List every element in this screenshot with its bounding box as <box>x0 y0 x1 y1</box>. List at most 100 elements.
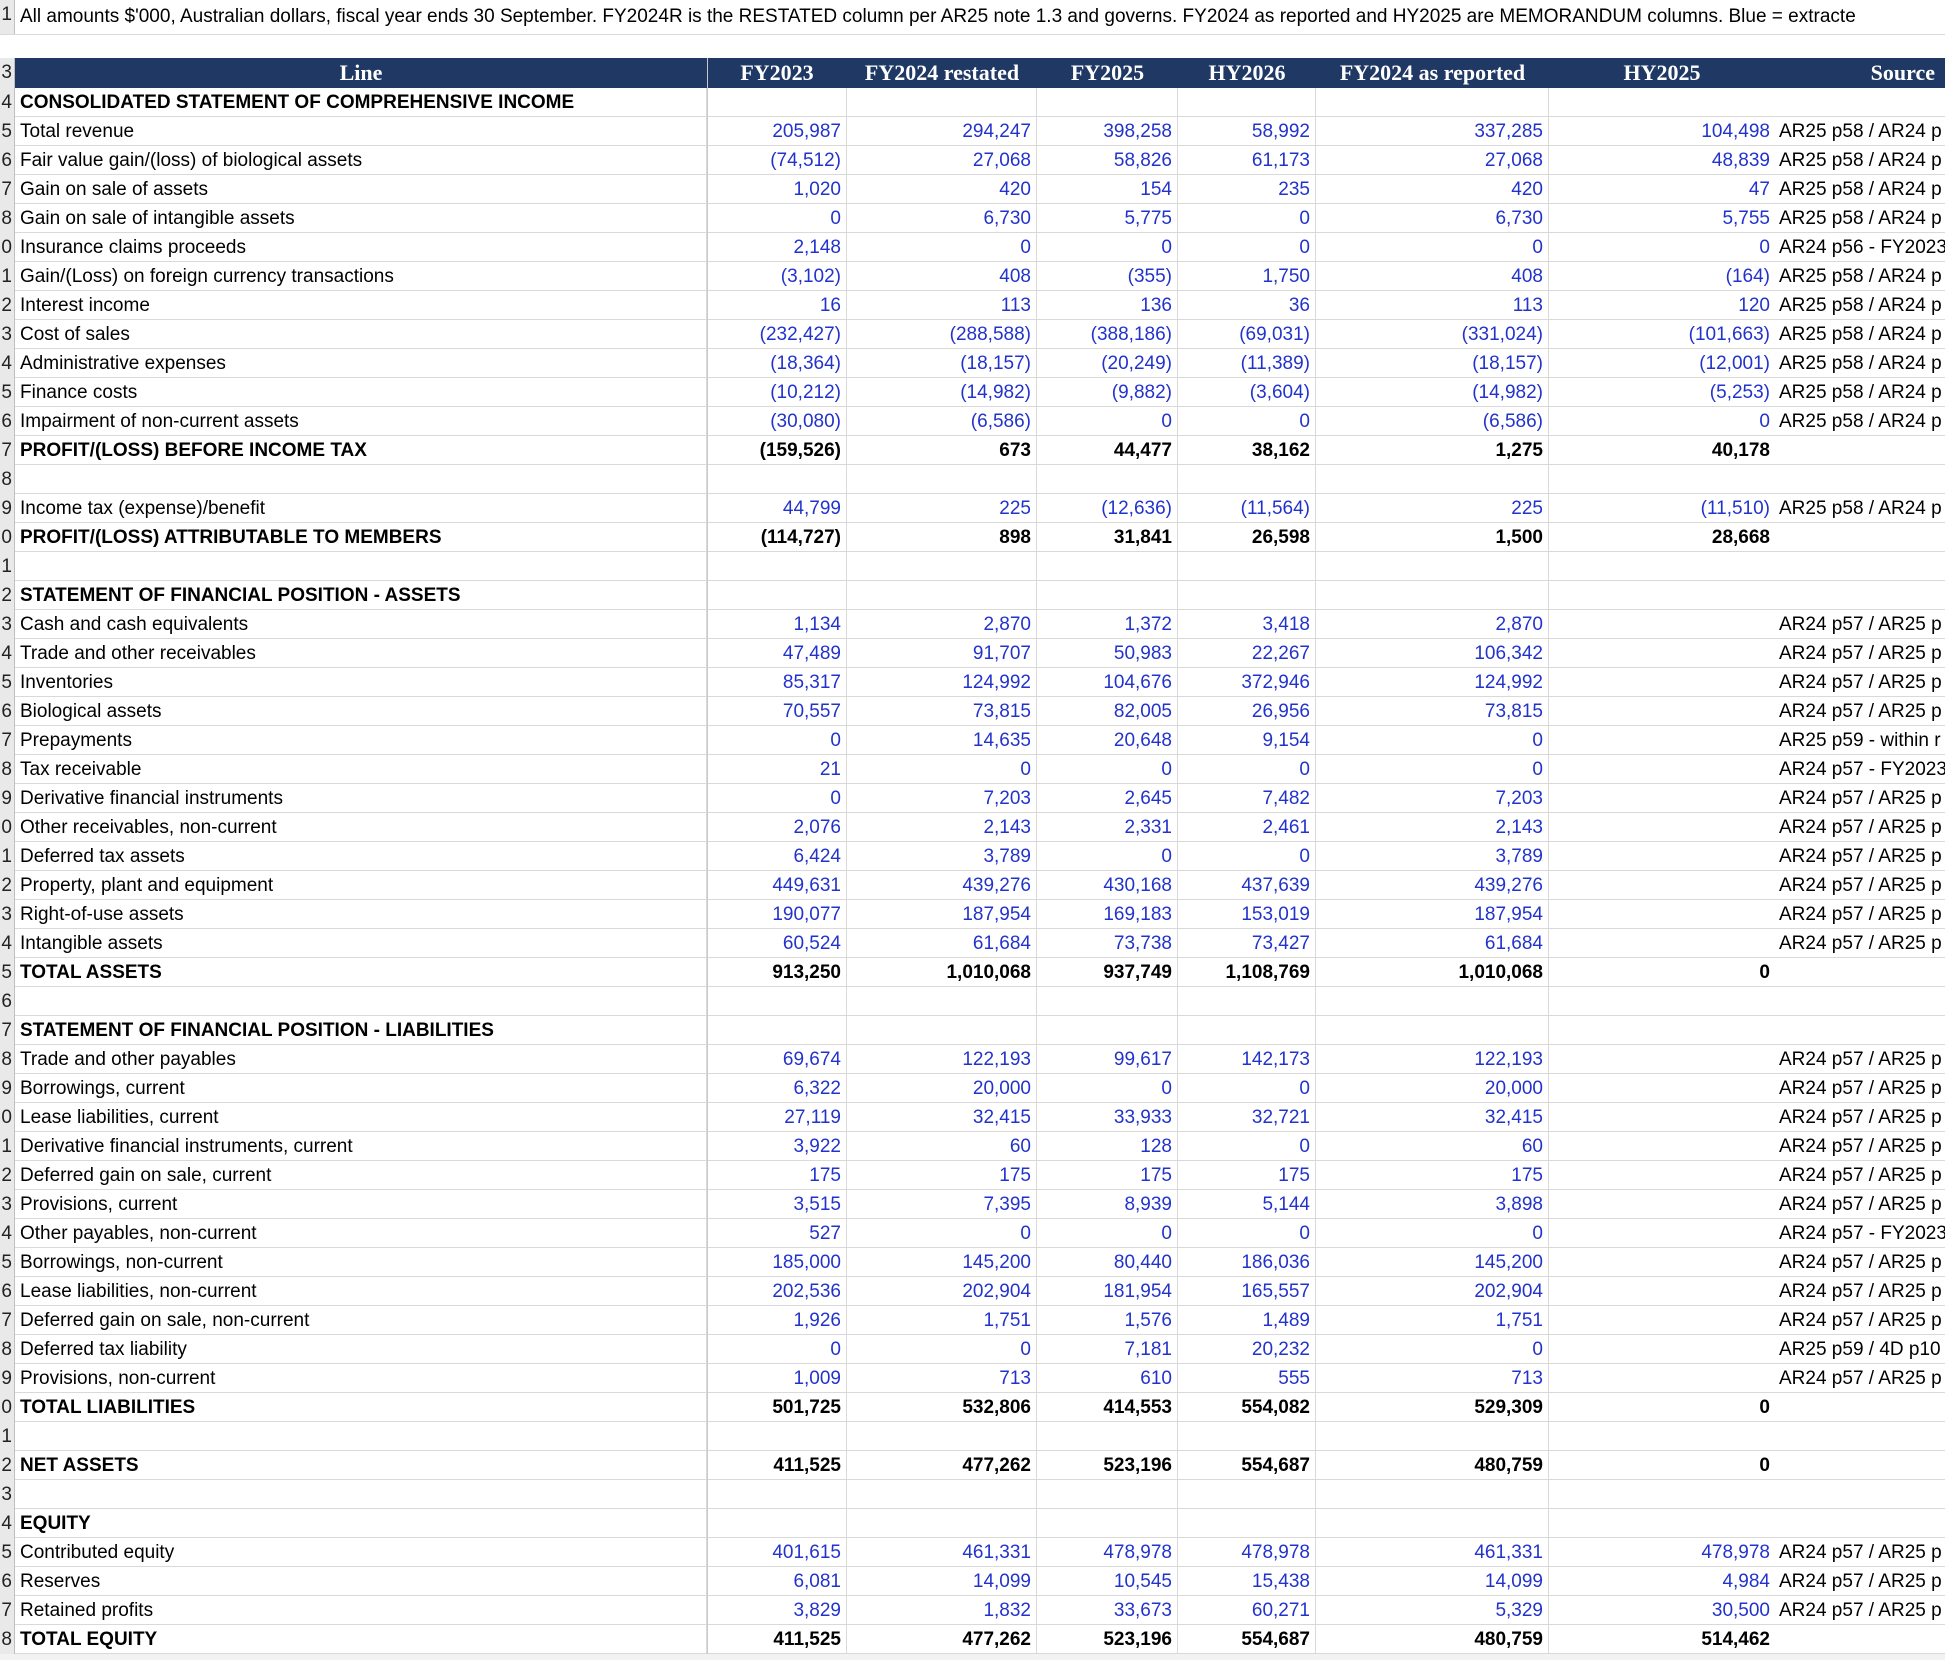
cell-hy2026[interactable] <box>1178 987 1316 1015</box>
cell-line-label[interactable]: Gain on sale of intangible assets <box>15 204 707 232</box>
cell-hy2026[interactable] <box>1178 1480 1316 1508</box>
row-header[interactable]: 7 <box>0 1306 15 1335</box>
table-row[interactable]: 3 Right-of-use assets 190,077 187,954 169,18… <box>0 900 1945 929</box>
cell-hy2025[interactable]: 0 <box>1549 233 1775 261</box>
cell-fy2025[interactable]: (355) <box>1037 262 1178 290</box>
cell-fy2024-restated[interactable]: 7,203 <box>847 784 1037 812</box>
cell-fy2024-as-reported[interactable]: 2,870 <box>1316 610 1549 638</box>
cell-source[interactable]: AR24 p57 / AR25 p <box>1775 1161 1945 1189</box>
cell-hy2025[interactable] <box>1549 1161 1775 1189</box>
table-row[interactable]: 2 NET ASSETS 411,525 477,262 523,196 554,687 4… <box>0 1451 1945 1480</box>
header-line[interactable]: Line <box>15 58 707 88</box>
cell-hy2025[interactable]: 4,984 <box>1549 1567 1775 1595</box>
cell-hy2026[interactable] <box>1178 88 1316 116</box>
cell-line-label[interactable]: Trade and other receivables <box>15 639 707 667</box>
cell-hy2025[interactable] <box>1549 1045 1775 1073</box>
table-row[interactable]: 2 Property, plant and equipment 449,631 439… <box>0 871 1945 900</box>
cell-fy2024-restated[interactable]: 187,954 <box>847 900 1037 928</box>
cell-source[interactable]: AR24 p56 - FY2023 <box>1775 233 1945 261</box>
cell-fy2023[interactable] <box>707 581 847 609</box>
table-row[interactable]: 5 Inventories 85,317 124,992 104,676 372,946 1… <box>0 668 1945 697</box>
cell-fy2023[interactable]: (232,427) <box>707 320 847 348</box>
row-header[interactable]: 9 <box>0 1364 15 1393</box>
cell-fy2024-as-reported[interactable]: 187,954 <box>1316 900 1549 928</box>
cell-fy2024-restated[interactable] <box>847 581 1037 609</box>
cell-hy2026[interactable]: 73,427 <box>1178 929 1316 957</box>
table-row[interactable]: 7 Prepayments 0 14,635 20,648 9,154 0 AR25 p59 … <box>0 726 1945 755</box>
cell-fy2024-as-reported[interactable]: 3,789 <box>1316 842 1549 870</box>
cell-hy2025[interactable]: 104,498 <box>1549 117 1775 145</box>
cell-line-label[interactable]: Biological assets <box>15 697 707 725</box>
cell-fy2025[interactable]: 128 <box>1037 1132 1178 1160</box>
cell-fy2025[interactable] <box>1037 1016 1178 1044</box>
cell-fy2024-as-reported[interactable] <box>1316 1016 1549 1044</box>
cell-fy2023[interactable]: 0 <box>707 784 847 812</box>
cell-fy2023[interactable]: 190,077 <box>707 900 847 928</box>
cell-fy2024-as-reported[interactable]: 175 <box>1316 1161 1549 1189</box>
cell-line-label[interactable]: Other payables, non-current <box>15 1219 707 1247</box>
cell-hy2026[interactable]: 0 <box>1178 233 1316 261</box>
cell-hy2026[interactable]: 437,639 <box>1178 871 1316 899</box>
cell-fy2025[interactable]: (388,186) <box>1037 320 1178 348</box>
cell-hy2025[interactable] <box>1549 1422 1775 1450</box>
cell-hy2026[interactable]: 1,108,769 <box>1178 958 1316 986</box>
table-row[interactable]: 1 <box>0 552 1945 581</box>
cell-hy2025[interactable]: 47 <box>1549 175 1775 203</box>
cell-line-label[interactable]: EQUITY <box>15 1509 707 1537</box>
row-header[interactable]: 4 <box>0 639 15 668</box>
table-row[interactable]: 3 Provisions, current 3,515 7,395 8,939 5,144… <box>0 1190 1945 1219</box>
cell-fy2025[interactable] <box>1037 465 1178 493</box>
cell-hy2025[interactable] <box>1549 1509 1775 1537</box>
cell-line-label[interactable]: Borrowings, non-current <box>15 1248 707 1276</box>
cell-hy2025[interactable] <box>1549 1335 1775 1363</box>
cell-fy2025[interactable] <box>1037 1422 1178 1450</box>
cell-line-label[interactable]: STATEMENT OF FINANCIAL POSITION - LIABIL… <box>15 1016 707 1044</box>
cell-hy2026[interactable]: 3,418 <box>1178 610 1316 638</box>
cell-fy2025[interactable]: (12,636) <box>1037 494 1178 522</box>
row-header[interactable]: 3 <box>0 1190 15 1219</box>
cell-fy2025[interactable]: 0 <box>1037 1074 1178 1102</box>
cell-line-label[interactable]: STATEMENT OF FINANCIAL POSITION - ASSETS <box>15 581 707 609</box>
cell-fy2023[interactable]: 501,725 <box>707 1393 847 1421</box>
cell-source[interactable]: AR24 p57 / AR25 p <box>1775 697 1945 725</box>
table-row[interactable]: 2 STATEMENT OF FINANCIAL POSITION - ASSET… <box>0 581 1945 610</box>
cell-hy2026[interactable]: 26,598 <box>1178 523 1316 551</box>
cell-fy2024-as-reported[interactable]: 713 <box>1316 1364 1549 1392</box>
cell-line-label[interactable]: Tax receivable <box>15 755 707 783</box>
cell-line-label[interactable] <box>15 1480 707 1508</box>
cell-fy2024-as-reported[interactable]: 61,684 <box>1316 929 1549 957</box>
table-row[interactable]: 1 <box>0 1422 1945 1451</box>
cell-line-label[interactable] <box>15 987 707 1015</box>
table-row[interactable]: 8 Gain on sale of intangible assets 0 6,730… <box>0 204 1945 233</box>
cell-fy2024-restated[interactable]: 1,751 <box>847 1306 1037 1334</box>
cell-line-label[interactable]: Right-of-use assets <box>15 900 707 928</box>
cell-hy2025[interactable]: 120 <box>1549 291 1775 319</box>
cell-hy2026[interactable]: 1,750 <box>1178 262 1316 290</box>
cell-hy2025[interactable]: 5,755 <box>1549 204 1775 232</box>
table-row[interactable]: 4 EQUITY <box>0 1509 1945 1538</box>
cell-fy2024-restated[interactable]: 113 <box>847 291 1037 319</box>
cell-fy2024-restated[interactable]: 408 <box>847 262 1037 290</box>
cell-hy2025[interactable] <box>1549 813 1775 841</box>
cell-hy2025[interactable]: 30,500 <box>1549 1596 1775 1624</box>
cell-fy2024-as-reported[interactable]: 0 <box>1316 1219 1549 1247</box>
cell-fy2024-as-reported[interactable]: 3,898 <box>1316 1190 1549 1218</box>
table-row[interactable]: 6 Reserves 6,081 14,099 10,545 15,438 14,099 4,… <box>0 1567 1945 1596</box>
cell-hy2025[interactable] <box>1549 1016 1775 1044</box>
cell-line-label[interactable]: Contributed equity <box>15 1538 707 1566</box>
cell-fy2024-as-reported[interactable]: (18,157) <box>1316 349 1549 377</box>
cell-source[interactable]: AR24 p57 / AR25 p <box>1775 1567 1945 1595</box>
cell-hy2025[interactable] <box>1549 726 1775 754</box>
cell-line-label[interactable]: Administrative expenses <box>15 349 707 377</box>
cell-fy2025[interactable]: 31,841 <box>1037 523 1178 551</box>
cell-fy2023[interactable]: 527 <box>707 1219 847 1247</box>
table-row[interactable]: 3 Cash and cash equivalents 1,134 2,870 1,37… <box>0 610 1945 639</box>
cell-fy2025[interactable]: 169,183 <box>1037 900 1178 928</box>
cell-source[interactable] <box>1775 581 1945 609</box>
cell-fy2024-restated[interactable]: 898 <box>847 523 1037 551</box>
cell-hy2026[interactable]: 15,438 <box>1178 1567 1316 1595</box>
cell-line-label[interactable]: Provisions, current <box>15 1190 707 1218</box>
cell-line-label[interactable]: NET ASSETS <box>15 1451 707 1479</box>
cell-fy2023[interactable]: 16 <box>707 291 847 319</box>
column-header-row[interactable]: 3 Line FY2023 FY2024 restated FY2025 HY2… <box>0 58 1945 88</box>
